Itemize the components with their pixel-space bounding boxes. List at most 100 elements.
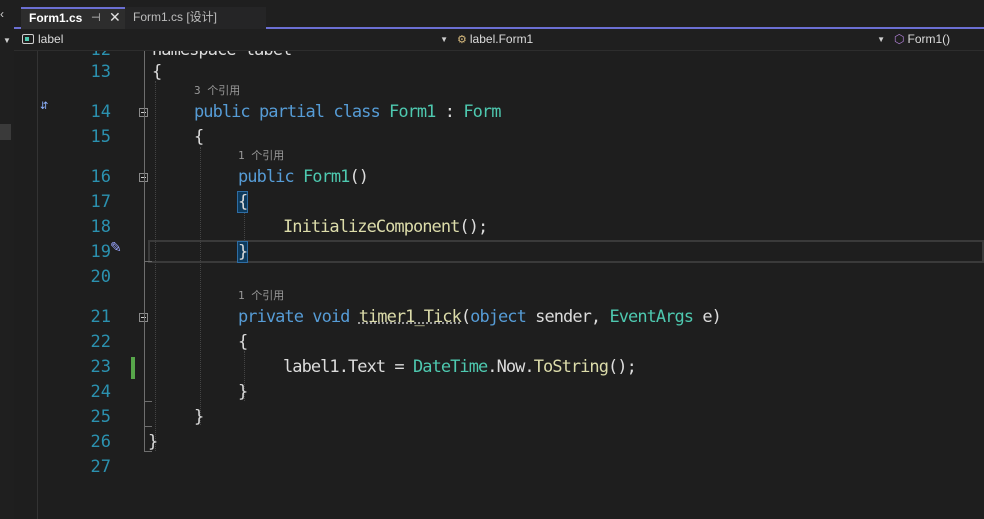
brace: } <box>238 382 248 402</box>
csharp-project-icon <box>22 33 34 44</box>
method-name: timer1_Tick <box>358 307 462 327</box>
code-line-15: { <box>194 126 204 148</box>
code-line-23: label1.Text = DateTime.Now.ToString(); <box>283 356 637 378</box>
change-marker <box>131 357 135 379</box>
member-dropdown[interactable]: ⬡ Form1() <box>894 30 984 49</box>
scroll-marker <box>0 124 11 140</box>
outline-line <box>144 51 145 451</box>
param-type: EventArgs <box>609 307 694 327</box>
pin-icon[interactable]: ⊣ <box>91 9 101 27</box>
brace: { <box>238 332 248 352</box>
left-tool-strip: ‹ ▼ <box>0 0 15 519</box>
code-editor[interactable]: ⇵ ✎ 12 13 14 15 16 17 18 19 20 21 22 23 … <box>14 51 984 519</box>
code-line-19: } <box>236 241 249 263</box>
outline-end <box>144 401 152 402</box>
codelens-references[interactable]: 3 个引用 <box>194 84 240 98</box>
member-access: .Now. <box>487 357 534 377</box>
line-number: 12 <box>54 51 111 61</box>
parens: () <box>349 167 369 187</box>
dropdown-arrow-icon[interactable]: ▼ <box>3 36 11 45</box>
line-number: 20 <box>90 267 111 287</box>
line-number: 15 <box>90 127 111 147</box>
dropdown-arrow-icon[interactable]: ▼ <box>440 30 448 49</box>
line-number: 14 <box>90 102 111 122</box>
outline-end <box>144 261 152 262</box>
keyword: void <box>312 307 350 327</box>
brace: { <box>194 127 204 147</box>
code-line-13: { <box>152 61 162 83</box>
line-number: 13 <box>90 62 111 82</box>
navigation-bar: label ▼ ⚙ label.Form1 ▼ ⬡ Form1() <box>14 29 984 51</box>
class-name: label.Form1 <box>469 32 534 46</box>
method-call: InitializeComponent <box>283 217 460 237</box>
field: label1 <box>283 357 340 377</box>
code-line-25: } <box>194 406 204 428</box>
codelens-references[interactable]: 1 个引用 <box>238 149 284 163</box>
type-name: DateTime <box>413 357 488 377</box>
constructor-name: Form1 <box>303 167 350 187</box>
implementation-margin-icon[interactable]: ⇵ <box>40 101 48 112</box>
line-number: 23 <box>90 357 111 377</box>
brace: { <box>152 62 162 82</box>
base-class: Form <box>463 102 501 122</box>
indent-guide <box>200 147 201 425</box>
param: sender, <box>525 307 610 327</box>
chevron-left-icon[interactable]: ‹ <box>0 7 4 21</box>
keyword: object <box>470 307 527 327</box>
matched-brace: { <box>236 191 249 213</box>
keyword: class <box>333 102 380 122</box>
current-line-highlight <box>148 240 984 263</box>
line-number: 18 <box>90 217 111 237</box>
colon: : <box>435 102 464 122</box>
line-number: 17 <box>90 192 111 212</box>
dropdown-arrow-icon[interactable]: ▼ <box>877 30 885 49</box>
class-icon: ⚙ <box>457 34 467 46</box>
margin-divider <box>37 51 38 519</box>
indent-guide <box>155 81 156 451</box>
code-line-26: } <box>148 431 158 453</box>
keyword: private <box>238 307 304 327</box>
codelens-references[interactable]: 1 个引用 <box>238 289 284 303</box>
call-parens: (); <box>459 217 488 237</box>
indent-guide <box>244 212 245 242</box>
tab-form1-cs[interactable]: Form1.cs ⊣ ✕ <box>21 7 127 29</box>
class-name: Form1 <box>389 102 436 122</box>
code-line-14: public partial class Form1 : Form <box>194 101 501 123</box>
document-tab-strip: Form1.cs ⊣ ✕ Form1.cs [设计] <box>14 0 984 29</box>
code-line-24: } <box>238 381 248 403</box>
code-line-21: private void timer1_Tick(object sender, … <box>238 306 722 328</box>
project-dropdown[interactable]: label ▼ <box>22 30 452 49</box>
line-number: 25 <box>90 407 111 427</box>
tab-form1-designer[interactable]: Form1.cs [设计] <box>125 7 266 29</box>
matched-brace: } <box>236 241 249 263</box>
code-line-18: InitializeComponent(); <box>283 216 488 238</box>
outline-end <box>144 426 152 427</box>
line-number: 24 <box>90 382 111 402</box>
method-call: ToString <box>533 357 609 377</box>
screwdriver-icon[interactable]: ✎ <box>110 239 122 256</box>
call-parens: (); <box>608 357 637 377</box>
project-name: label <box>38 32 64 46</box>
line-number: 27 <box>90 457 111 477</box>
code-line-17: { <box>236 191 249 213</box>
code-line-12: namespace label <box>152 51 292 61</box>
line-number: 22 <box>90 332 111 352</box>
member-name: Form1() <box>907 32 951 46</box>
line-number: 16 <box>90 167 111 187</box>
property-assign: .Text = <box>338 357 413 377</box>
class-dropdown[interactable]: ⚙ label.Form1 ▼ <box>457 30 889 49</box>
line-number: 21 <box>90 307 111 327</box>
keyword: partial <box>259 102 325 122</box>
code-line-22: { <box>238 331 248 353</box>
namespace-partial: namespace label <box>152 51 292 60</box>
param: e) <box>693 307 722 327</box>
tab-label: Form1.cs <box>29 11 83 25</box>
paren: ( <box>460 307 471 327</box>
close-icon[interactable]: ✕ <box>109 8 121 26</box>
keyword: public <box>194 102 251 122</box>
line-number: 19 <box>90 242 111 262</box>
brace: } <box>194 407 204 427</box>
keyword: public <box>238 167 295 187</box>
method-cube-icon: ⬡ <box>894 32 905 46</box>
tab-label: Form1.cs [设计] <box>133 10 218 24</box>
